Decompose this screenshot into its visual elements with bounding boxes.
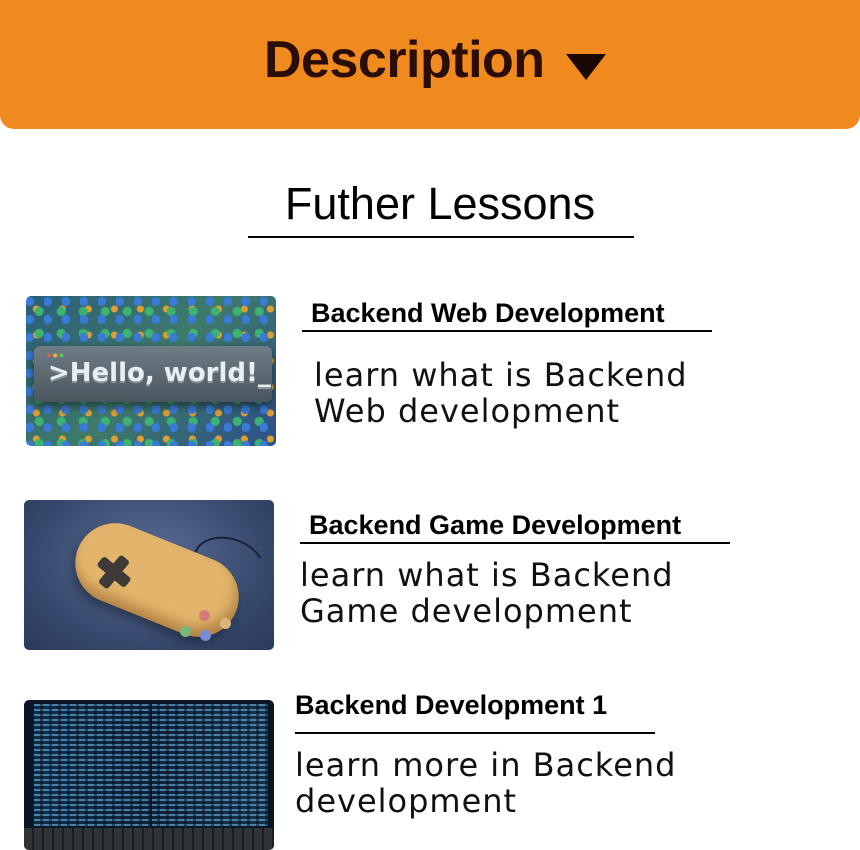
lesson-description: learn more in Backend development	[295, 747, 676, 819]
lesson-description-line: learn what is Backend	[314, 356, 688, 394]
lesson-description-line: learn more in Backend	[295, 746, 677, 784]
hello-world-text: >Hello, world!_	[48, 358, 271, 388]
lesson-title[interactable]: Backend Development 1	[295, 690, 607, 721]
description-header[interactable]: Description	[0, 0, 860, 129]
hello-world-banner: ●●● >Hello, world!_	[34, 346, 272, 402]
laptop-keyboard	[24, 828, 274, 850]
lesson-title-underline	[300, 542, 730, 544]
lesson-title-underline	[302, 330, 712, 332]
lesson-description-line: Game development	[300, 592, 633, 630]
page: Description Futher Lessons ●●● >Hello, w…	[0, 0, 860, 850]
lesson-thumbnail-web[interactable]: ●●● >Hello, world!_	[26, 296, 276, 446]
lesson-thumbnail-game[interactable]	[24, 500, 274, 650]
lesson-description-line: learn what is Backend	[300, 556, 674, 594]
gamepad-button-icon	[220, 618, 231, 629]
lesson-description-line: Web development	[314, 392, 621, 430]
lesson-description: learn what is Backend Game development	[300, 557, 674, 629]
lesson-description-line: development	[295, 782, 518, 820]
lesson-title[interactable]: Backend Game Development	[309, 510, 681, 541]
section-title-underline	[248, 236, 634, 238]
lesson-title[interactable]: Backend Web Development	[311, 298, 665, 329]
lesson-title-underline	[295, 732, 655, 734]
lesson-thumbnail-code[interactable]	[24, 700, 274, 850]
gamepad-button-icon	[180, 626, 191, 637]
gamepad-button-icon	[199, 610, 210, 621]
header-title[interactable]: Description	[264, 30, 545, 90]
section-title: Futher Lessons	[284, 178, 596, 229]
lesson-description: learn what is Backend Web development	[314, 357, 688, 429]
code-screen	[34, 704, 268, 826]
gamepad-button-icon	[200, 630, 211, 641]
caret-down-icon[interactable]	[566, 54, 606, 80]
